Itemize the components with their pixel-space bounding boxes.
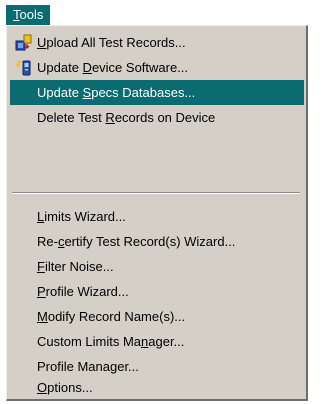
menu-item-update-specs-databases[interactable]: Update Specs Databases... <box>10 80 304 105</box>
menu-item-text: evice Software... <box>91 60 189 75</box>
menu-item-update-device-software[interactable]: Update Device Software... <box>10 55 304 80</box>
menu-item-limits-wizard[interactable]: Limits Wizard... <box>10 204 304 229</box>
menu-item-recertify-test-records-wizard[interactable]: Re-certify Test Record(s) Wizard... <box>10 229 304 254</box>
menu-item-text: Profile Mana <box>37 359 110 374</box>
menu-item-text: ptions... <box>47 380 93 395</box>
menu-item-text: ilter Noise... <box>44 259 114 274</box>
menu-item-upload-all-test-records[interactable]: Upload All Test Records... <box>10 30 304 55</box>
menu-item-custom-limits-manager[interactable]: Custom Limits Manager... <box>10 329 304 354</box>
menu-separator <box>12 192 300 194</box>
menu-item-modify-record-names[interactable]: Modify Record Name(s)... <box>10 304 304 329</box>
menu-item-text: imits Wizard... <box>44 209 126 224</box>
menu-item-accelerator: S <box>82 85 92 100</box>
menu-item-accelerator: U <box>37 35 47 50</box>
menu-item-text: odify Record Name(s)... <box>47 309 186 324</box>
menu-item-options[interactable]: Options... <box>10 375 304 400</box>
menu-item-text: pload All Test Records... <box>46 35 186 50</box>
tools-menu-title[interactable]: Tools <box>6 5 51 25</box>
menu-item-accelerator: D <box>82 60 92 75</box>
tools-menu-label: ools <box>19 7 44 22</box>
menu-item-text: er... <box>117 359 139 374</box>
menu-item-text: ertify Test Record(s) Wizard... <box>64 234 236 249</box>
menu-item-text: Update <box>37 60 83 75</box>
update-device-icon <box>16 60 31 76</box>
tools-dropdown-menu: Upload All Test Records... Update Device… <box>6 25 308 401</box>
menu-item-filter-noise[interactable]: Filter Noise... <box>10 254 304 279</box>
menu-item-text: rofile Wizard... <box>45 284 129 299</box>
menu-item-accelerator: M <box>37 309 48 324</box>
menu-item-text: Custom Limits Ma <box>37 334 142 349</box>
upload-records-icon <box>15 34 32 51</box>
menu-item-text: ager... <box>148 334 185 349</box>
menu-item-text: pecs Databases... <box>91 85 196 100</box>
menu-item-delete-test-records-on-device[interactable]: Delete Test Records on Device <box>10 105 304 130</box>
menu-item-accelerator: F <box>37 259 45 274</box>
menu-bar: Tools <box>0 0 331 26</box>
menu-item-text: ecords on Device <box>114 110 216 125</box>
menu-item-text: Delete Test <box>37 110 106 125</box>
menu-item-accelerator: R <box>105 110 115 125</box>
menu-item-text: Re- <box>37 234 58 249</box>
menu-item-profile-wizard[interactable]: Profile Wizard... <box>10 279 304 304</box>
menu-item-text: Update <box>37 85 83 100</box>
menu-item-accelerator: P <box>37 284 46 299</box>
menu-item-accelerator: O <box>37 380 48 395</box>
